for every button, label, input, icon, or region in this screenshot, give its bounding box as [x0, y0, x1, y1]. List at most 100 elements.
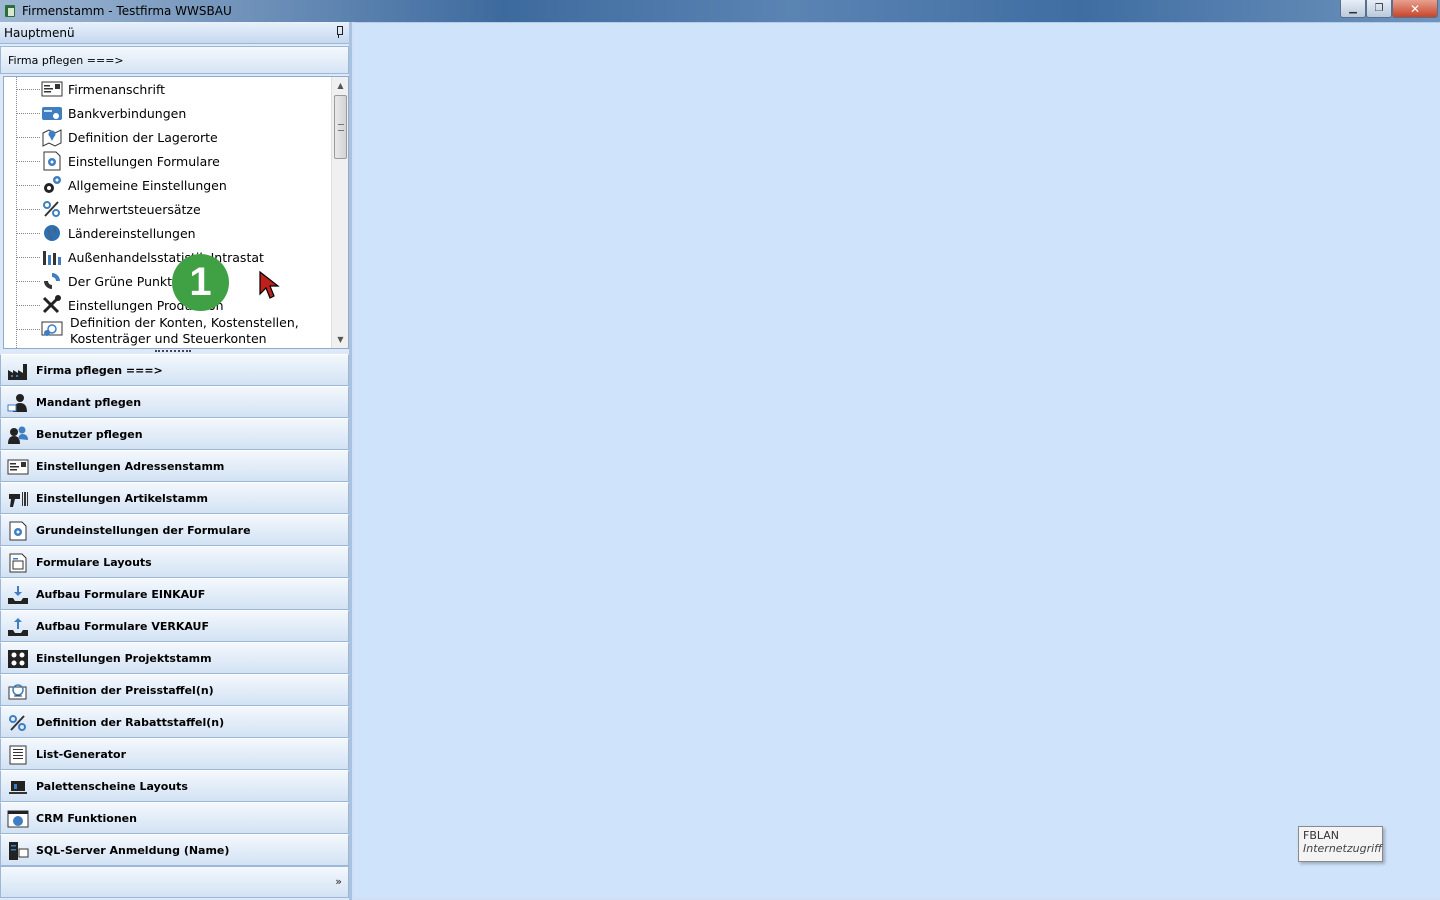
- nav-item[interactable]: Einstellungen Artikelstamm: [0, 482, 349, 514]
- tree-scrollbar[interactable]: ▲ ▼: [331, 77, 348, 348]
- nav-item[interactable]: Definition der Preisstaffel(n): [0, 674, 349, 706]
- nav-item-label: Grundeinstellungen der Formulare: [36, 523, 251, 537]
- restore-button[interactable]: ❐: [1366, 0, 1392, 18]
- main-menu-header: Hauptmenü: [0, 22, 349, 44]
- green-dot-icon: [41, 271, 63, 291]
- nav-item-label: Einstellungen Adressenstamm: [36, 459, 225, 473]
- nav-item-label: Aufbau Formulare VERKAUF: [36, 619, 209, 633]
- nav-item[interactable]: Einstellungen Projektstamm: [0, 642, 349, 674]
- tree-item-label: Definition der Lagerorte: [68, 129, 218, 145]
- list-icon: [7, 745, 29, 765]
- tree-item-label: Ländereinstellungen: [68, 225, 196, 241]
- tree-item[interactable]: Definition der Lagerorte: [4, 125, 329, 149]
- tree-item[interactable]: Allgemeine Einstellungen: [4, 173, 329, 197]
- tree-item-label: Definition der Konten, Kostenstellen, Kos…: [70, 315, 299, 347]
- tree-item[interactable]: Einstellungen Produktion: [4, 293, 329, 317]
- nav-item[interactable]: Definition der Rabattstaffel(n): [0, 706, 349, 738]
- crm-icon: [7, 809, 29, 829]
- nav-item-label: Definition der Preisstaffel(n): [36, 683, 214, 697]
- price-icon: [7, 681, 29, 701]
- pin-icon[interactable]: [335, 26, 343, 38]
- nav-item-label: List-Generator: [36, 747, 127, 761]
- tree-item[interactable]: Einstellungen Formulare: [4, 149, 329, 173]
- nav-item[interactable]: List-Generator: [0, 738, 349, 770]
- address-card-icon: [7, 457, 29, 477]
- nav-item[interactable]: Aufbau Formulare VERKAUF: [0, 610, 349, 642]
- nav-item[interactable]: Mandant pflegen: [0, 386, 349, 418]
- nav-item-label: Palettenscheine Layouts: [36, 779, 188, 793]
- nav-footer: »: [0, 866, 349, 898]
- form-gear-icon: [7, 521, 29, 541]
- tree-item[interactable]: Mehrwertsteuersätze: [4, 197, 329, 221]
- nav-item-label: Einstellungen Projektstamm: [36, 651, 212, 665]
- nav-item-label: Definition der Rabattstaffel(n): [36, 715, 225, 729]
- step-marker-badge: 1: [172, 254, 229, 311]
- title-bar: Firmenstamm - Testfirma WWSBAU ▁ ❐ ✕: [0, 0, 1440, 22]
- tree-item-label-line2: Kostenträger und Steuerkonten: [70, 331, 267, 346]
- discount-icon: [7, 713, 29, 733]
- scanner-icon: [7, 489, 29, 509]
- chevron-more-icon[interactable]: »: [335, 875, 342, 888]
- tree-item[interactable]: Definition der Konten, Kostenstellen, Kos…: [4, 315, 329, 346]
- inbox-down-icon: [7, 585, 29, 605]
- nav-item-label: Einstellungen Artikelstamm: [36, 491, 208, 505]
- tree-view[interactable]: Firmenanschrift Bankverbindungen Definitio…: [3, 76, 349, 349]
- window-controls: ▁ ❐ ✕: [1340, 0, 1438, 18]
- gears-icon: [41, 175, 63, 195]
- nav-item[interactable]: Firma pflegen ===>: [0, 354, 349, 386]
- main-content-area: [355, 22, 1440, 898]
- tree-connector: [16, 89, 40, 90]
- nav-item[interactable]: Einstellungen Adressenstamm: [0, 450, 349, 482]
- tree-connector: [16, 329, 40, 330]
- tree-item-label: Firmenanschrift: [68, 81, 166, 97]
- tree-item-label: Allgemeine Einstellungen: [68, 177, 227, 193]
- bank-card-icon: [41, 103, 63, 123]
- nav-item[interactable]: CRM Funktionen: [0, 802, 349, 834]
- minimize-button[interactable]: ▁: [1340, 0, 1366, 18]
- nav-list: Firma pflegen ===> Mandant pflegen Benutze…: [0, 354, 349, 898]
- nav-item[interactable]: Benutzer pflegen: [0, 418, 349, 450]
- percent-icon: [41, 199, 63, 219]
- tree-item[interactable]: Firmenanschrift: [4, 77, 329, 101]
- tools-icon: [41, 295, 63, 315]
- main-menu-title: Hauptmenü: [4, 25, 75, 40]
- nav-item[interactable]: Formulare Layouts: [0, 546, 349, 578]
- nav-item-label: Aufbau Formulare EINKAUF: [36, 587, 206, 601]
- nav-item[interactable]: Grundeinstellungen der Formulare: [0, 514, 349, 546]
- tree-connector: [16, 257, 40, 258]
- network-tooltip: FBLAN Internetzugriff: [1298, 826, 1383, 862]
- tree-item[interactable]: Außenhandelsstatistik Intrastat: [4, 245, 329, 269]
- project-icon: [7, 649, 29, 669]
- nav-item-label: Formulare Layouts: [36, 555, 152, 569]
- form-layout-icon: [7, 553, 29, 573]
- scroll-up-icon[interactable]: ▲: [332, 77, 348, 94]
- users-icon: [7, 425, 29, 445]
- map-pin-icon: [41, 127, 63, 147]
- main-menu-panel: Hauptmenü Firma pflegen ===> Firmenansch…: [0, 22, 352, 900]
- tree-item[interactable]: Ländereinstellungen: [4, 221, 329, 245]
- pallet-icon: [7, 777, 29, 797]
- tree-connector: [16, 137, 40, 138]
- tree-item-label: Bankverbindungen: [68, 105, 187, 121]
- tooltip-subtitle: Internetzugriff: [1303, 842, 1383, 855]
- nav-item[interactable]: Aufbau Formulare EINKAUF: [0, 578, 349, 610]
- server-icon: [7, 841, 29, 861]
- tree-item-label: Der Grüne Punkt: [68, 273, 173, 289]
- tree-item-label: Außenhandelsstatistik Intrastat: [68, 249, 264, 265]
- scroll-thumb[interactable]: [334, 95, 347, 159]
- scroll-down-icon[interactable]: ▼: [332, 331, 348, 348]
- tree-item[interactable]: Bankverbindungen: [4, 101, 329, 125]
- tooltip-title: FBLAN: [1303, 829, 1340, 842]
- tree-connector: [16, 233, 40, 234]
- bar-chart-icon: [41, 247, 63, 267]
- tree-item-label: Einstellungen Formulare: [68, 153, 220, 169]
- tree-connector: [16, 209, 40, 210]
- nav-item-label: Firma pflegen ===>: [36, 363, 163, 377]
- factory-icon: [7, 361, 29, 381]
- money-icon: [41, 319, 63, 339]
- close-button[interactable]: ✕: [1392, 0, 1438, 18]
- nav-item[interactable]: Palettenscheine Layouts: [0, 770, 349, 802]
- nav-item[interactable]: SQL-Server Anmeldung (Name): [0, 834, 349, 866]
- tree-connector: [16, 281, 40, 282]
- tree-item[interactable]: Der Grüne Punkt: [4, 269, 329, 293]
